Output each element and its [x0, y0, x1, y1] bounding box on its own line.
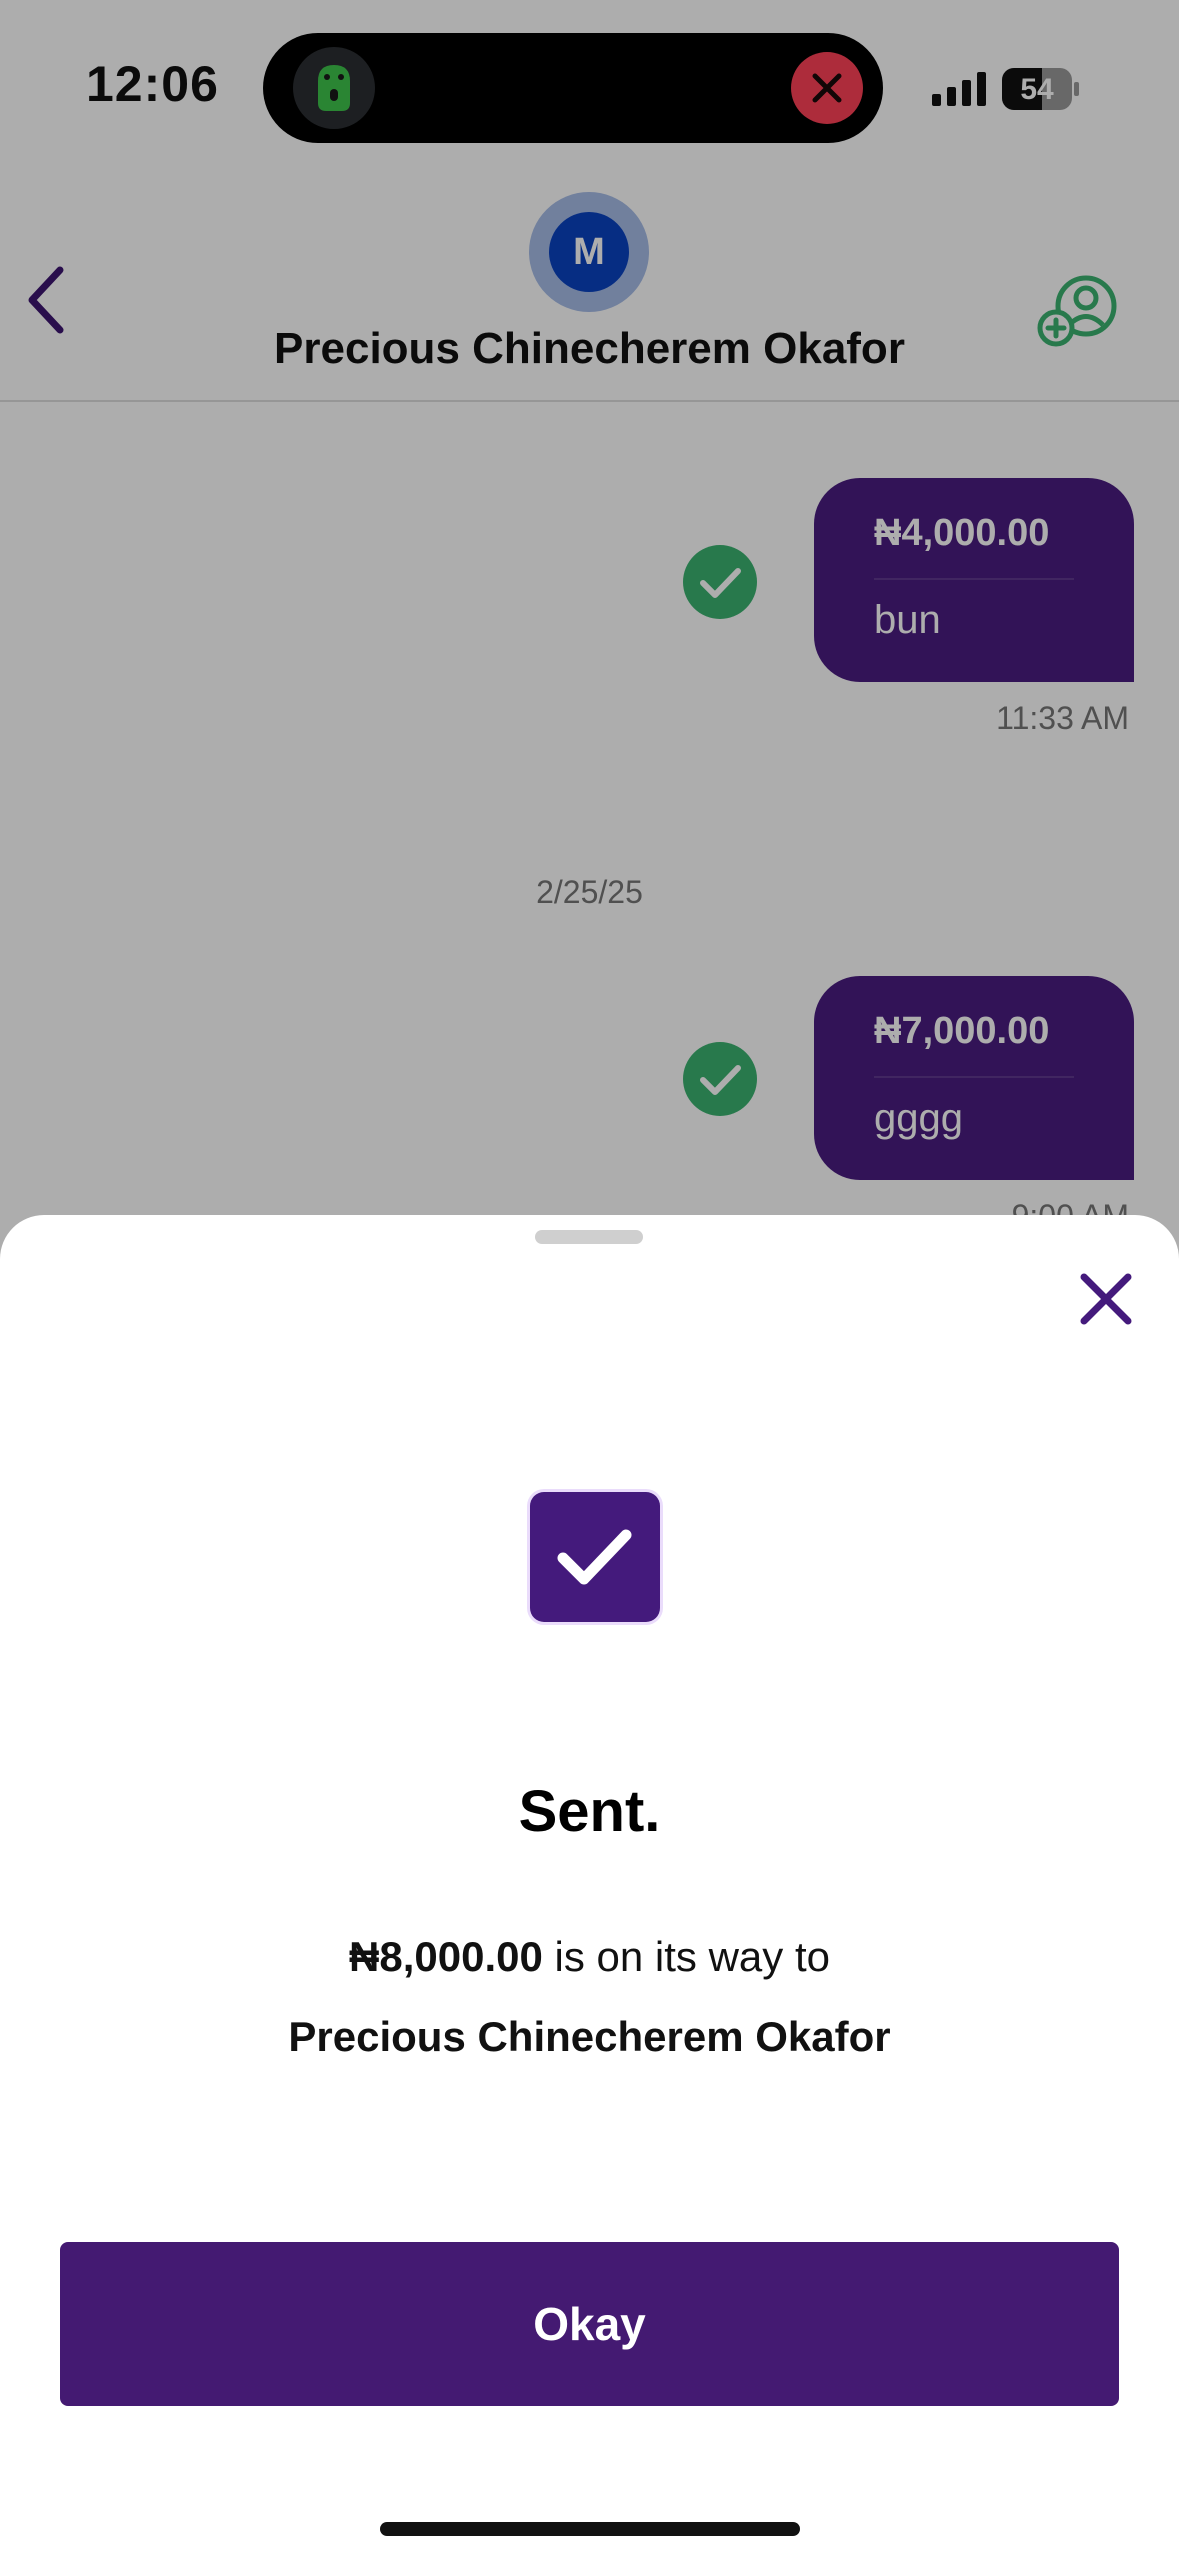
success-sheet: Sent. ₦8,000.00 is on its way to Preciou… — [0, 1215, 1179, 2556]
sent-message-text: is on its way to — [542, 1933, 830, 1980]
okay-button[interactable]: Okay — [60, 2242, 1119, 2406]
sheet-grabber[interactable] — [535, 1230, 643, 1244]
sheet-title: Sent. — [518, 1779, 661, 1844]
close-icon[interactable] — [1072, 1265, 1140, 1333]
sent-message: ₦8,000.00 is on its way to — [0, 1933, 1179, 1981]
check-icon — [530, 1492, 660, 1622]
home-indicator[interactable] — [380, 2522, 800, 2536]
sent-amount: ₦8,000.00 — [349, 1933, 543, 1980]
recipient-name: Precious Chinecherem Okafor — [288, 2013, 891, 2060]
transfer-success-screen: 12:06 54 M Precious Chinecherem Okafor ₦… — [0, 0, 1179, 2556]
